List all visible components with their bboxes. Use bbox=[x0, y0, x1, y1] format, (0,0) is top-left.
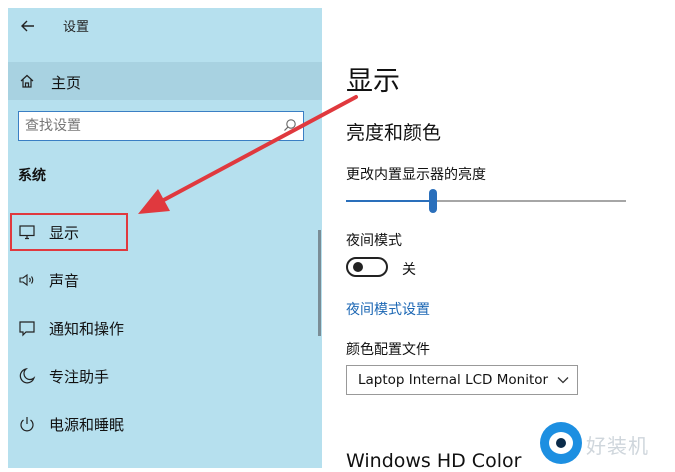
annotation-highlight-box bbox=[10, 213, 128, 251]
night-mode-toggle[interactable] bbox=[346, 257, 388, 277]
color-profile-label: 颜色配置文件 bbox=[346, 342, 430, 358]
night-mode-settings-link[interactable]: 夜间模式设置 bbox=[346, 299, 430, 319]
sidebar-item-focus-assist[interactable]: 专注助手 bbox=[8, 356, 322, 396]
window-title: 设置 bbox=[63, 20, 90, 35]
title-bar: 设置 bbox=[8, 8, 322, 44]
dropdown-value: Laptop Internal LCD Monitor bbox=[358, 372, 549, 388]
toggle-knob bbox=[353, 262, 363, 272]
search-box[interactable] bbox=[18, 111, 304, 141]
sidebar-item-power[interactable]: 电源和睡眠 bbox=[8, 404, 322, 444]
search-input[interactable] bbox=[25, 115, 275, 137]
night-mode-label: 夜间模式 bbox=[346, 233, 402, 249]
sidebar-item-label: 通知和操作 bbox=[49, 320, 125, 338]
back-button[interactable] bbox=[18, 16, 38, 36]
watermark-text: 好装机 bbox=[586, 434, 649, 458]
sidebar-item-home[interactable]: 主页 bbox=[8, 62, 322, 100]
sidebar-item-sound[interactable]: 声音 bbox=[8, 260, 322, 300]
slider-thumb[interactable] bbox=[429, 189, 437, 213]
brightness-slider[interactable] bbox=[346, 189, 626, 213]
sidebar-item-label: 声音 bbox=[49, 272, 80, 290]
chevron-down-icon bbox=[557, 377, 569, 384]
power-icon bbox=[20, 417, 34, 432]
slider-fill bbox=[346, 200, 433, 202]
back-arrow-icon bbox=[21, 20, 34, 32]
section-heading: 亮度和颜色 bbox=[346, 122, 442, 144]
section-title: 系统 bbox=[18, 168, 46, 184]
watermark: 好装机 bbox=[540, 418, 675, 468]
notification-icon bbox=[19, 321, 35, 337]
speaker-icon bbox=[19, 273, 34, 287]
sidebar-scrollbar[interactable] bbox=[318, 230, 321, 336]
home-icon bbox=[20, 74, 34, 88]
hd-color-heading: Windows HD Color bbox=[346, 450, 522, 472]
color-profile-dropdown[interactable]: Laptop Internal LCD Monitor bbox=[346, 365, 578, 395]
sidebar-item-notifications[interactable]: 通知和操作 bbox=[8, 308, 322, 348]
sidebar-item-label: 电源和睡眠 bbox=[49, 416, 125, 434]
toggle-state-text: 关 bbox=[402, 262, 416, 278]
brightness-label: 更改内置显示器的亮度 bbox=[346, 167, 486, 183]
watermark-logo-icon bbox=[540, 422, 582, 464]
page-title: 显示 bbox=[346, 66, 400, 97]
sidebar-item-label: 专注助手 bbox=[49, 368, 110, 386]
moon-icon bbox=[19, 367, 36, 384]
sidebar-item-label: 主页 bbox=[51, 74, 82, 92]
search-icon[interactable] bbox=[283, 118, 297, 132]
